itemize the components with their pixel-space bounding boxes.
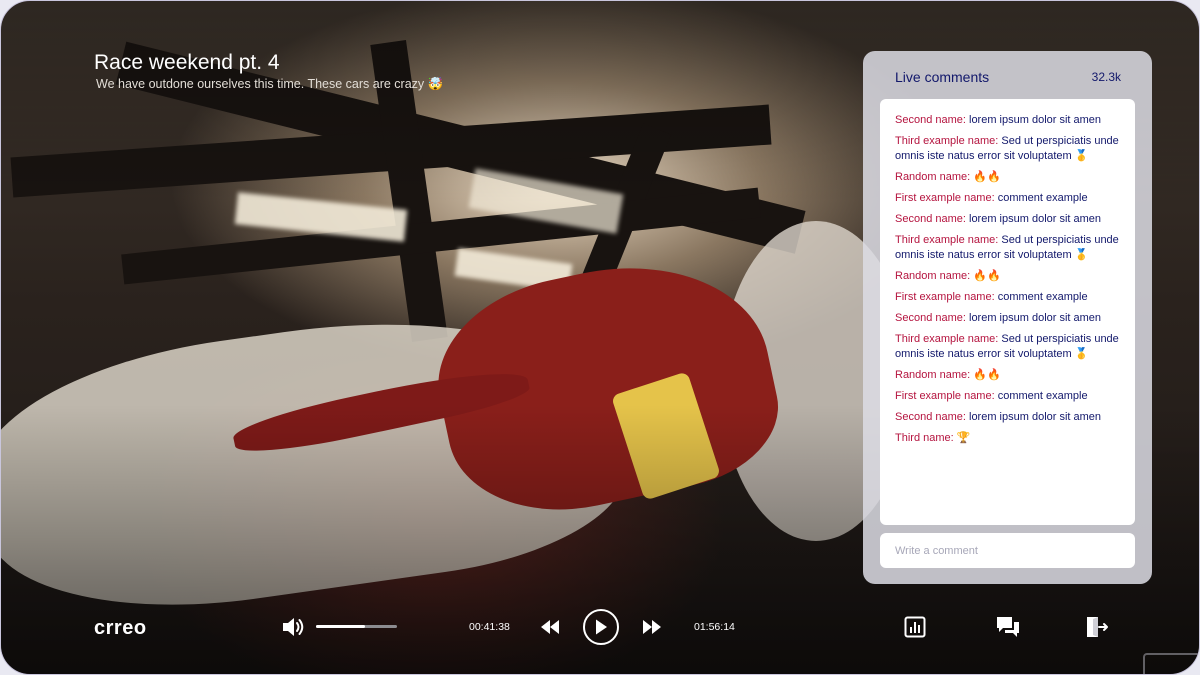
corner-decoration bbox=[1143, 653, 1199, 674]
comment-item: Random name: 🔥🔥 bbox=[895, 269, 1120, 284]
comment-text: 🔥🔥 bbox=[970, 369, 1001, 381]
comment-author[interactable]: First example name: bbox=[895, 192, 995, 204]
comment-text: comment example bbox=[994, 390, 1088, 402]
chat-bubbles-icon bbox=[997, 617, 1019, 637]
exit-icon bbox=[1087, 617, 1108, 637]
comment-input[interactable] bbox=[880, 533, 1135, 568]
comment-item: Random name: 🔥🔥 bbox=[895, 170, 1120, 185]
comment-text: lorem ipsum dolor sit amen bbox=[965, 114, 1102, 126]
comment-item: Third example name: Sed ut perspiciatis … bbox=[895, 332, 1120, 362]
video-player[interactable]: Race weekend pt. 4 We have outdone ourse… bbox=[0, 0, 1200, 675]
fast-forward-icon bbox=[643, 620, 661, 634]
comment-item: Second name: lorem ipsum dolor sit amen bbox=[895, 410, 1120, 425]
comment-text: lorem ipsum dolor sit amen bbox=[965, 213, 1102, 225]
comment-text: comment example bbox=[994, 291, 1088, 303]
comment-text: 🔥🔥 bbox=[970, 171, 1001, 183]
comment-author[interactable]: Random name: bbox=[895, 171, 970, 183]
rewind-button[interactable] bbox=[539, 618, 561, 636]
current-time: 00:41:38 bbox=[469, 621, 510, 633]
play-icon bbox=[596, 619, 607, 635]
video-subtitle: We have outdone ourselves this time. The… bbox=[96, 77, 444, 91]
comment-text: 🔥🔥 bbox=[970, 270, 1001, 282]
stats-button[interactable] bbox=[904, 616, 926, 638]
comment-author[interactable]: Second name: bbox=[895, 114, 966, 126]
volume-slider[interactable] bbox=[316, 625, 397, 628]
comment-item: Second name: lorem ipsum dolor sit amen bbox=[895, 311, 1120, 326]
bar-chart-icon bbox=[904, 616, 926, 638]
comment-item: First example name: comment example bbox=[895, 290, 1120, 305]
comment-author[interactable]: Third example name: bbox=[895, 234, 998, 246]
comment-text: comment example bbox=[994, 192, 1088, 204]
volume-slider-fill bbox=[316, 625, 365, 628]
comment-author[interactable]: Second name: bbox=[895, 411, 966, 423]
live-comments-panel: Live comments 32.3k Second name: lorem i… bbox=[863, 51, 1152, 584]
comment-item: Second name: lorem ipsum dolor sit amen bbox=[895, 113, 1120, 128]
comment-text: lorem ipsum dolor sit amen bbox=[965, 411, 1102, 423]
comment-author[interactable]: Third name: bbox=[895, 432, 954, 444]
comment-item: Third example name: Sed ut perspiciatis … bbox=[895, 134, 1120, 164]
comment-item: First example name: comment example bbox=[895, 389, 1120, 404]
viewer-count: 32.3k bbox=[1091, 70, 1121, 84]
comment-item: Random name: 🔥🔥 bbox=[895, 368, 1120, 383]
exit-button[interactable] bbox=[1085, 615, 1109, 639]
comments-list[interactable]: Second name: lorem ipsum dolor sit amen T… bbox=[880, 99, 1135, 525]
comment-author[interactable]: First example name: bbox=[895, 390, 995, 402]
rewind-icon bbox=[541, 620, 559, 634]
comment-author[interactable]: Random name: bbox=[895, 270, 970, 282]
comment-item: Second name: lorem ipsum dolor sit amen bbox=[895, 212, 1120, 227]
comment-author[interactable]: Second name: bbox=[895, 312, 966, 324]
comment-item: First example name: comment example bbox=[895, 191, 1120, 206]
brand-logo: crreo bbox=[94, 617, 147, 639]
volume-icon[interactable] bbox=[281, 616, 305, 638]
comment-item: Third example name: Sed ut perspiciatis … bbox=[895, 233, 1120, 263]
comment-item: Third name: 🏆 bbox=[895, 431, 1120, 446]
comment-author[interactable]: First example name: bbox=[895, 291, 995, 303]
comment-author[interactable]: Third example name: bbox=[895, 333, 998, 345]
comment-author[interactable]: Random name: bbox=[895, 369, 970, 381]
comment-text: lorem ipsum dolor sit amen bbox=[965, 312, 1102, 324]
total-time: 01:56:14 bbox=[694, 621, 735, 633]
fast-forward-button[interactable] bbox=[641, 618, 663, 636]
comment-author[interactable]: Third example name: bbox=[895, 135, 998, 147]
video-title: Race weekend pt. 4 bbox=[94, 51, 280, 74]
comment-text: 🏆 bbox=[953, 432, 971, 444]
chat-button[interactable] bbox=[995, 615, 1021, 639]
live-comments-title: Live comments bbox=[895, 69, 990, 85]
comment-author[interactable]: Second name: bbox=[895, 213, 966, 225]
play-button[interactable] bbox=[583, 609, 619, 645]
